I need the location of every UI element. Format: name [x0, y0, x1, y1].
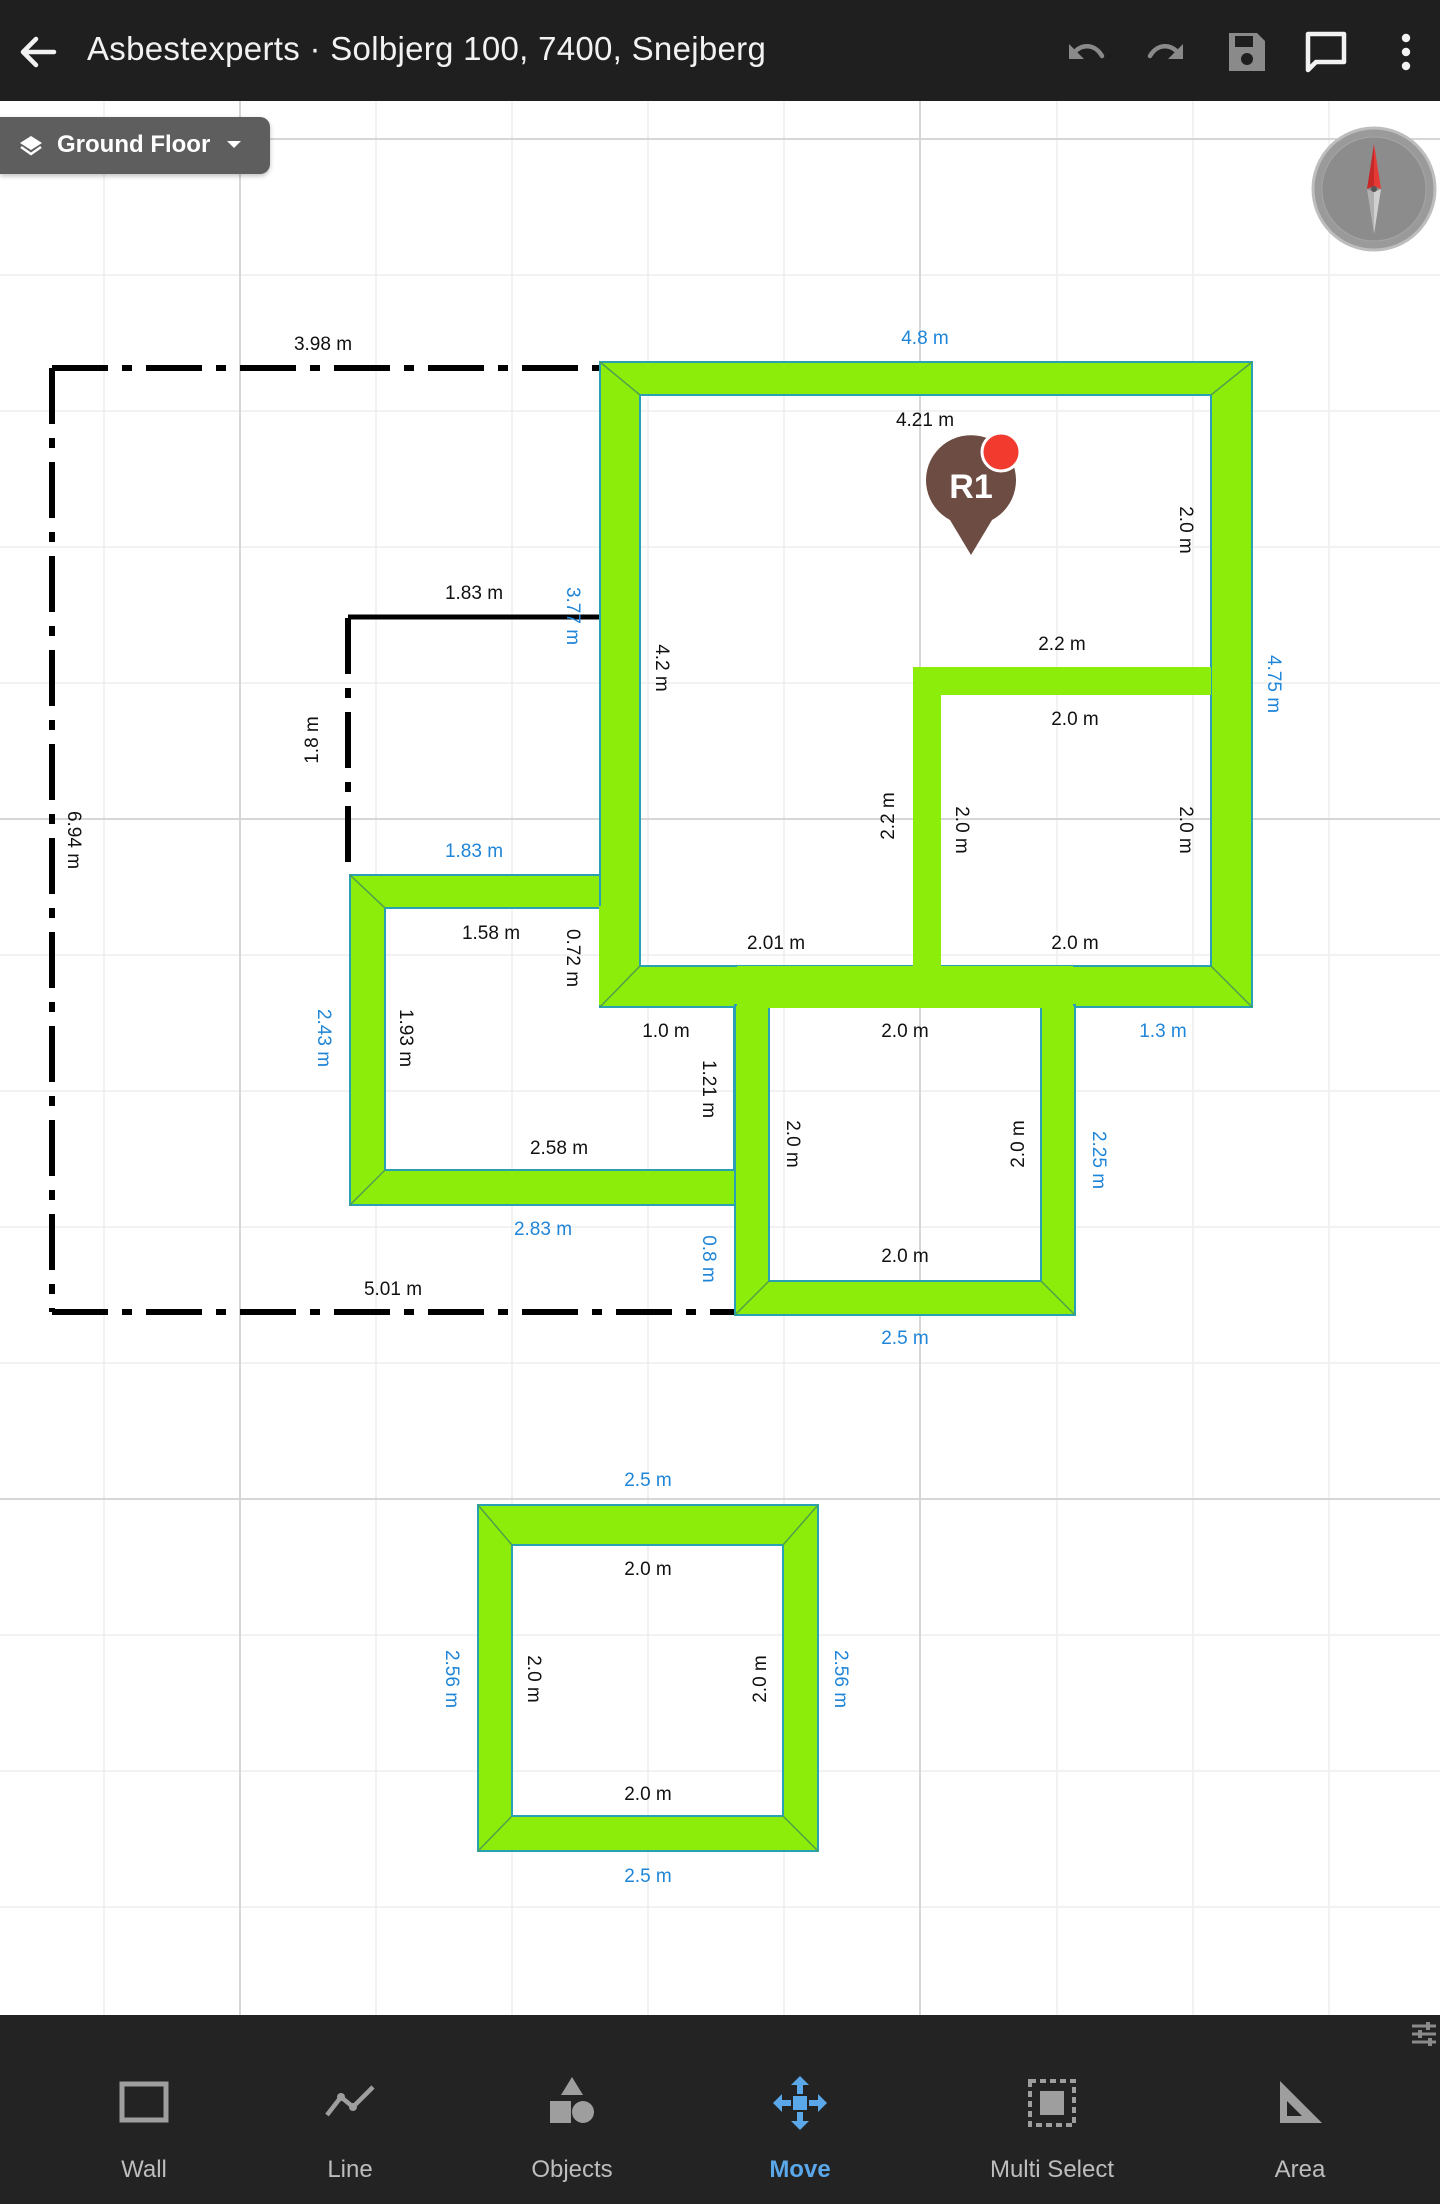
- top-app-bar: Asbestexperts · Solbjerg 100, 7400, Snej…: [0, 0, 1440, 101]
- floor-plan-canvas[interactable]: R1 4.8 m 3.77 m 4.75 m 1.83 m 2.43 m 1.3…: [0, 101, 1440, 2015]
- measure-label: 2.56 m: [830, 1650, 851, 1708]
- measure-label: 2.5 m: [881, 1328, 929, 1349]
- measure-label: 2.56 m: [441, 1650, 462, 1708]
- layers-icon: [20, 136, 42, 156]
- wall-partition-vertical[interactable]: [913, 667, 941, 966]
- back-arrow-icon[interactable]: [14, 28, 62, 76]
- objects-icon: [550, 2077, 594, 2123]
- tool-line[interactable]: Line: [270, 2075, 430, 2185]
- measure-label: 0.72 m: [562, 929, 583, 987]
- measure-label: 2.2 m: [878, 792, 899, 840]
- measure-label: 1.58 m: [462, 923, 520, 944]
- room-pin-label: R1: [949, 468, 992, 506]
- area-icon: [1280, 2081, 1322, 2123]
- move-icon: [773, 2076, 827, 2130]
- measure-label: 4.21 m: [896, 410, 954, 431]
- project-title: Asbestexperts · Solbjerg 100, 7400, Snej…: [87, 30, 767, 67]
- measure-label: 2.01 m: [747, 933, 805, 954]
- measure-label: 1.93 m: [395, 1009, 416, 1067]
- measure-label: 2.0 m: [523, 1655, 544, 1703]
- tune-icon[interactable]: [1410, 2020, 1438, 2048]
- measure-label: 2.0 m: [1008, 1120, 1029, 1168]
- comment-icon[interactable]: [1300, 26, 1352, 78]
- measure-label: 2.0 m: [881, 1021, 929, 1042]
- measure-label: 2.43 m: [313, 1009, 334, 1067]
- measure-label: 4.8 m: [901, 328, 949, 349]
- tool-objects[interactable]: Objects: [492, 2075, 652, 2185]
- measure-label: 2.2 m: [1038, 634, 1086, 655]
- tool-area[interactable]: Area: [1220, 2075, 1380, 2185]
- measure-label: 2.0 m: [1051, 709, 1099, 730]
- measure-label: 2.0 m: [1051, 933, 1099, 954]
- measure-label: 2.83 m: [514, 1219, 572, 1240]
- measure-label: 1.3 m: [1139, 1021, 1187, 1042]
- tool-line-label: Line: [327, 2156, 373, 2183]
- measure-label: 5.01 m: [364, 1279, 422, 1300]
- measure-label: 4.75 m: [1263, 655, 1284, 713]
- measure-label: 0.8 m: [698, 1235, 719, 1283]
- wall-icon: [119, 2081, 169, 2123]
- measure-label: 2.25 m: [1088, 1131, 1109, 1189]
- measure-label: 2.0 m: [1175, 506, 1196, 554]
- compass-icon[interactable]: [1311, 126, 1437, 252]
- measure-label: 1.83 m: [445, 583, 503, 604]
- measure-label: 2.0 m: [881, 1246, 929, 1267]
- line-icon: [325, 2085, 375, 2117]
- redo-icon[interactable]: [1140, 26, 1192, 78]
- measure-label: 2.0 m: [1175, 806, 1196, 854]
- tool-move[interactable]: Move: [720, 2075, 880, 2185]
- floor-selector-label: Ground Floor: [57, 131, 211, 158]
- save-icon[interactable]: [1220, 26, 1272, 78]
- measure-label: 2.0 m: [750, 1655, 771, 1703]
- measure-label: 1.8 m: [302, 716, 323, 764]
- measure-label: 3.98 m: [294, 334, 352, 355]
- tool-multi-select[interactable]: Multi Select: [972, 2075, 1132, 2185]
- measure-label: 2.0 m: [624, 1559, 672, 1580]
- measure-label: 2.5 m: [624, 1470, 672, 1491]
- multi-select-icon: [1028, 2079, 1076, 2127]
- tool-area-label: Area: [1274, 2156, 1326, 2183]
- measure-label: 2.0 m: [782, 1120, 803, 1168]
- tool-objects-label: Objects: [531, 2156, 613, 2183]
- dropdown-arrow-icon: [227, 141, 241, 148]
- measure-label: 1.21 m: [698, 1060, 719, 1118]
- measure-label: 2.0 m: [624, 1784, 672, 1805]
- tool-move-label: Move: [769, 2156, 831, 2183]
- tool-multi-select-label: Multi Select: [989, 2156, 1115, 2183]
- measure-label: 4.2 m: [651, 644, 672, 692]
- measure-label: 1.0 m: [642, 1021, 690, 1042]
- more-vert-icon[interactable]: [1380, 26, 1432, 78]
- measure-label: 2.58 m: [530, 1138, 588, 1159]
- measure-label: 1.83 m: [445, 841, 503, 862]
- measure-label: 2.5 m: [624, 1866, 672, 1887]
- measure-label: 2.0 m: [951, 806, 972, 854]
- room-pin-r1[interactable]: R1: [926, 431, 1022, 555]
- measure-label: 6.94 m: [63, 811, 84, 869]
- notification-dot: [980, 431, 1022, 473]
- measure-label: 3.77 m: [562, 587, 583, 645]
- floor-selector-button[interactable]: Ground Floor: [0, 117, 270, 174]
- tool-wall-label: Wall: [121, 2156, 167, 2183]
- wall-partition-horizontal[interactable]: [913, 667, 1211, 695]
- undo-icon[interactable]: [1060, 26, 1112, 78]
- tool-wall[interactable]: Wall: [64, 2075, 224, 2185]
- bottom-toolbar: Wall Line Objects Move Multi Select Area: [0, 2015, 1440, 2204]
